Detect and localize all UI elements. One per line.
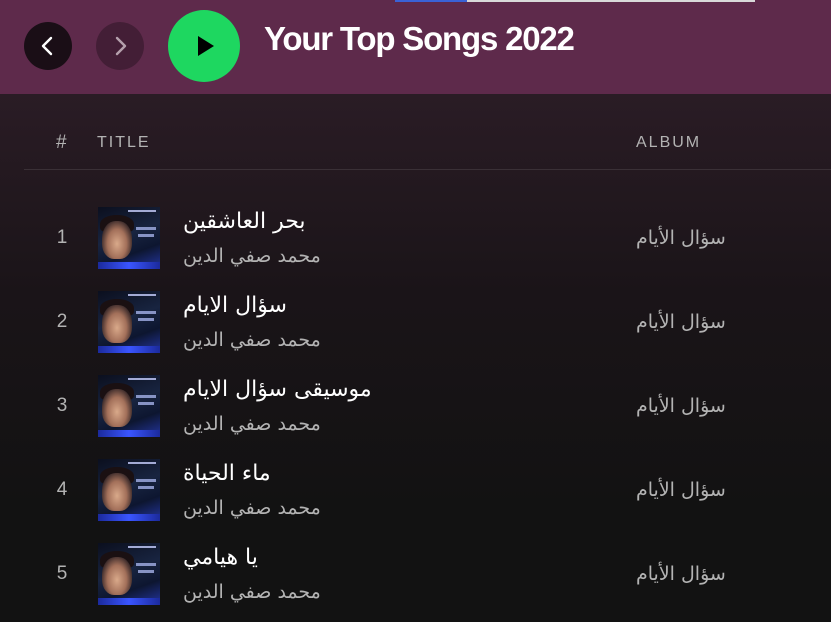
top-scroll-thumb	[395, 0, 467, 2]
play-icon	[198, 36, 214, 56]
column-header-number: #	[56, 132, 67, 153]
track-row[interactable]: 1 بحر العاشقين محمد صفي الدين سؤال الأيا…	[0, 195, 831, 279]
tracklist-panel: # TITLE ALBUM 1 بحر العاشقين محمد صفي ال…	[0, 94, 831, 622]
column-header-album[interactable]: ALBUM	[636, 134, 701, 152]
track-row[interactable]: 2 سؤال الايام محمد صفي الدين سؤال الأيام	[0, 279, 831, 363]
track-number: 5	[56, 563, 68, 584]
track-number: 3	[56, 395, 68, 416]
tracklist-header: # TITLE ALBUM	[24, 94, 831, 170]
track-artist[interactable]: محمد صفي الدين	[183, 329, 321, 351]
track-row[interactable]: 3 موسيقى سؤال الايام محمد صفي الدين سؤال…	[0, 363, 831, 447]
album-cover-image	[98, 207, 160, 269]
track-title[interactable]: بحر العاشقين	[183, 209, 306, 234]
track-album[interactable]: سؤال الأيام	[636, 311, 726, 333]
track-album[interactable]: سؤال الأيام	[636, 563, 726, 585]
chevron-right-icon	[115, 36, 127, 56]
album-cover-image	[98, 459, 160, 521]
page-title: Your Top Songs 2022	[264, 20, 575, 57]
track-artist[interactable]: محمد صفي الدين	[183, 413, 321, 435]
play-button[interactable]	[168, 10, 240, 82]
track-title[interactable]: سؤال الايام	[183, 293, 287, 318]
track-album[interactable]: سؤال الأيام	[636, 479, 726, 501]
track-number: 2	[56, 311, 68, 332]
forward-button[interactable]	[96, 22, 144, 70]
track-title[interactable]: موسيقى سؤال الايام	[183, 377, 372, 402]
top-scroll-strip	[395, 0, 755, 2]
chevron-left-icon	[41, 36, 53, 56]
tracklist: 1 بحر العاشقين محمد صفي الدين سؤال الأيا…	[0, 195, 831, 615]
album-cover-image	[98, 291, 160, 353]
album-cover-image	[98, 375, 160, 437]
back-button[interactable]	[24, 22, 72, 70]
track-album[interactable]: سؤال الأيام	[636, 395, 726, 417]
track-album[interactable]: سؤال الأيام	[636, 227, 726, 249]
track-number: 4	[56, 479, 68, 500]
track-title[interactable]: ماء الحياة	[183, 461, 271, 486]
track-row[interactable]: 5 يا هيامي محمد صفي الدين سؤال الأيام	[0, 531, 831, 615]
track-artist[interactable]: محمد صفي الدين	[183, 245, 321, 267]
column-header-title[interactable]: TITLE	[97, 134, 151, 152]
track-artist[interactable]: محمد صفي الدين	[183, 581, 321, 603]
track-number: 1	[56, 227, 68, 248]
top-bar: Your Top Songs 2022	[0, 0, 831, 94]
track-artist[interactable]: محمد صفي الدين	[183, 497, 321, 519]
track-row[interactable]: 4 ماء الحياة محمد صفي الدين سؤال الأيام	[0, 447, 831, 531]
album-cover-image	[98, 543, 160, 605]
track-title[interactable]: يا هيامي	[183, 545, 258, 570]
